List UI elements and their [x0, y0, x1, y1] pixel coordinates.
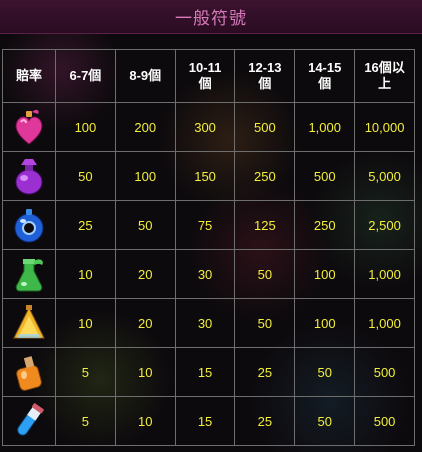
header-10-11: 10-11 個 [174, 49, 236, 103]
payout-cell: 1,000 [294, 102, 356, 152]
header-16-plus-line1: 16個以 [364, 60, 405, 75]
blue-test-tube-icon [17, 403, 44, 436]
payout-cell: 25 [234, 347, 296, 397]
payout-cell: 100 [294, 249, 356, 299]
paytable-header-row: 賠率 6-7個 8-9個 10-11 個 12-13 個 14-15 個 16個… [2, 49, 415, 103]
payout-cell: 25 [55, 200, 116, 250]
paytable-title-bar: 一般符號 [0, 0, 422, 34]
payout-cell: 5,000 [354, 151, 415, 201]
header-16-plus: 16個以 上 [354, 49, 415, 103]
payout-cell: 125 [234, 200, 296, 250]
header-14-15-line1: 14-15 [308, 60, 342, 75]
orange-bottle-potion-icon [16, 356, 42, 391]
header-rate-label: 賠率 [15, 68, 42, 83]
purple-round-potion-icon [15, 159, 43, 195]
header-14-15-line2: 個 [318, 76, 332, 91]
payout-cell: 5 [55, 396, 116, 446]
header-rate: 賠率 [2, 49, 56, 103]
payout-cell: 50 [294, 396, 356, 446]
header-6-7: 6-7個 [55, 49, 116, 103]
payout-cell: 50 [234, 249, 296, 299]
blue-ring-potion-icon [14, 209, 44, 243]
symbol-cell [2, 347, 56, 397]
payout-cell: 50 [55, 151, 116, 201]
payout-cell: 20 [114, 249, 176, 299]
payout-cell: 200 [114, 102, 176, 152]
payout-cell: 1,000 [354, 298, 415, 348]
paytable-row: 25 50 75 125 250 2,500 [2, 200, 415, 250]
paytable-row: 10 20 30 50 100 1,000 [2, 298, 415, 348]
payout-cell: 10 [55, 298, 116, 348]
header-6-7-label: 6-7個 [69, 68, 102, 83]
payout-cell: 10,000 [354, 102, 415, 152]
pink-heart-potion-icon [15, 109, 43, 145]
payout-cell: 250 [294, 200, 356, 250]
payout-cell: 250 [234, 151, 296, 201]
payout-cell: 1,000 [354, 249, 415, 299]
paytable-row: 10 20 30 50 100 1,000 [2, 249, 415, 299]
paytable-row: 5 10 15 25 50 500 [2, 347, 415, 397]
payout-cell: 5 [55, 347, 116, 397]
payout-cell: 50 [114, 200, 176, 250]
payout-cell: 30 [174, 249, 236, 299]
symbol-cell [2, 200, 56, 250]
payout-cell: 500 [234, 102, 296, 152]
payout-cell: 10 [114, 396, 176, 446]
payout-cell: 10 [55, 249, 116, 299]
green-potion-icon [15, 259, 43, 292]
payout-cell: 500 [354, 396, 415, 446]
page-title: 一般符號 [175, 9, 247, 28]
payout-cell: 100 [55, 102, 116, 152]
payout-cell: 15 [174, 347, 236, 397]
paytable-row: 100 200 300 500 1,000 10,000 [2, 102, 415, 152]
header-8-9: 8-9個 [114, 49, 176, 103]
payout-cell: 15 [174, 396, 236, 446]
payout-cell: 150 [174, 151, 236, 201]
header-10-11-line2: 個 [198, 76, 212, 91]
header-12-13-line1: 12-13 [248, 60, 282, 75]
symbol-cell [2, 151, 56, 201]
payout-cell: 25 [234, 396, 296, 446]
payout-cell: 75 [174, 200, 236, 250]
payout-cell: 500 [294, 151, 356, 201]
paytable-row: 50 100 150 250 500 5,000 [2, 151, 415, 201]
payout-cell: 50 [294, 347, 356, 397]
yellow-cone-potion-icon [13, 305, 45, 339]
header-12-13: 12-13 個 [234, 49, 296, 103]
payout-cell: 50 [234, 298, 296, 348]
payout-cell: 100 [114, 151, 176, 201]
symbol-cell [2, 249, 56, 299]
header-16-plus-line2: 上 [378, 76, 392, 91]
symbol-cell [2, 298, 56, 348]
payout-cell: 20 [114, 298, 176, 348]
payout-cell: 10 [114, 347, 176, 397]
payout-cell: 2,500 [354, 200, 415, 250]
header-12-13-line2: 個 [258, 76, 272, 91]
header-8-9-label: 8-9個 [129, 68, 162, 83]
payout-cell: 500 [354, 347, 415, 397]
symbol-cell [2, 102, 56, 152]
paytable-row: 5 10 15 25 50 500 [2, 396, 415, 446]
payout-cell: 30 [174, 298, 236, 348]
paytable: 賠率 6-7個 8-9個 10-11 個 12-13 個 14-15 個 16個… [2, 49, 415, 446]
symbol-cell [2, 396, 56, 446]
header-14-15: 14-15 個 [294, 49, 356, 103]
payout-cell: 300 [174, 102, 236, 152]
payout-cell: 100 [294, 298, 356, 348]
header-10-11-line1: 10-11 [188, 60, 222, 75]
